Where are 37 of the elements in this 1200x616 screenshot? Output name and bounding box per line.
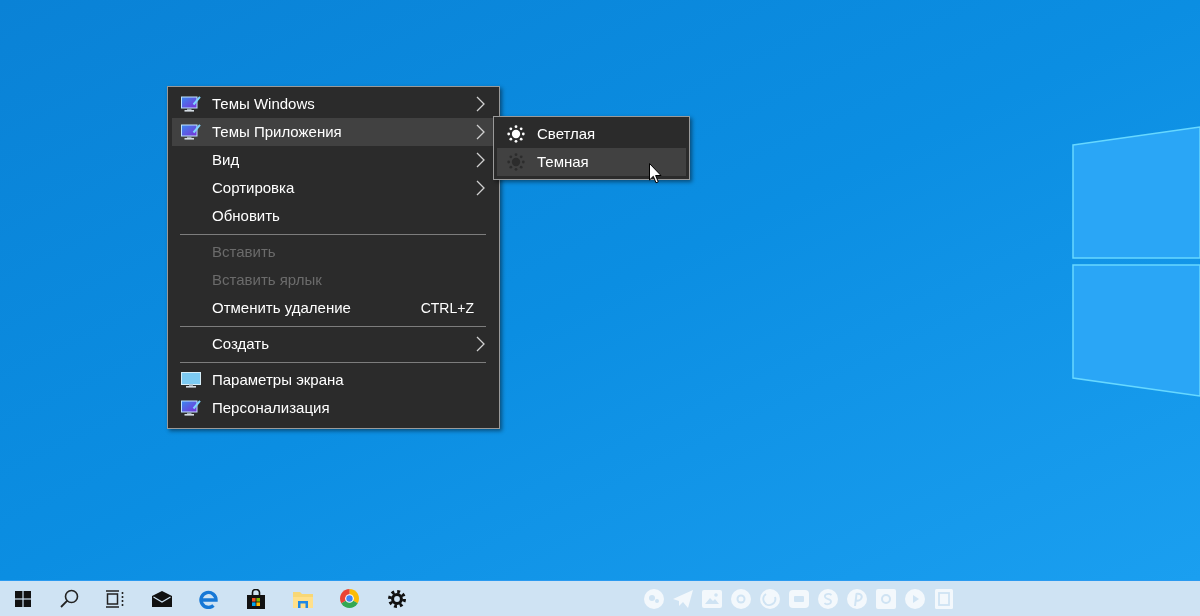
p-circle-icon[interactable] bbox=[846, 588, 867, 609]
search-icon[interactable] bbox=[59, 589, 79, 608]
start-menu-icon[interactable] bbox=[15, 590, 31, 607]
folder-icon[interactable] bbox=[292, 589, 313, 608]
paper-plane-icon[interactable] bbox=[672, 589, 693, 608]
monitor-pen-icon bbox=[181, 124, 201, 140]
task-view-icon[interactable] bbox=[105, 589, 125, 608]
menu-item[interactable]: Сортировка bbox=[172, 174, 495, 202]
monitor-pen-icon bbox=[181, 96, 201, 112]
menu-item[interactable]: Обновить bbox=[172, 202, 495, 230]
ring-icon[interactable] bbox=[730, 588, 751, 609]
monitor-icon bbox=[181, 372, 201, 388]
round-logo-icon[interactable] bbox=[340, 589, 359, 608]
play-circle-icon[interactable] bbox=[904, 588, 925, 609]
e-logo-icon[interactable] bbox=[198, 588, 219, 609]
square-app-icon[interactable] bbox=[934, 588, 953, 609]
settings-icon[interactable] bbox=[387, 589, 406, 608]
rounded-square-icon[interactable] bbox=[788, 589, 809, 608]
round-app-icon[interactable] bbox=[643, 588, 664, 609]
mouse-cursor-icon bbox=[649, 163, 662, 184]
picture-icon[interactable] bbox=[701, 589, 722, 608]
s-curve-circle-icon[interactable] bbox=[817, 588, 838, 609]
menu-item[interactable]: Вид bbox=[172, 146, 495, 174]
submenu-item[interactable]: Темная bbox=[497, 148, 686, 176]
swirl-icon[interactable] bbox=[759, 588, 780, 609]
menu-item[interactable]: Создать bbox=[172, 330, 495, 358]
menu-item[interactable]: Персонализация bbox=[172, 394, 495, 422]
menu-item[interactable]: Темы Windows bbox=[172, 90, 495, 118]
monitor-pen-icon bbox=[181, 400, 201, 416]
menu-item[interactable]: Отменить удаление CTRL+Z bbox=[172, 294, 495, 322]
menu-item[interactable]: Темы Приложения bbox=[172, 118, 495, 146]
shortcut-text: CTRL+Z bbox=[420, 298, 474, 318]
envelope-icon[interactable] bbox=[151, 590, 172, 607]
menu-item[interactable]: Параметры экрана bbox=[172, 366, 495, 394]
sun-icon bbox=[507, 125, 525, 143]
submenu-item[interactable]: Светлая bbox=[497, 120, 686, 148]
shopping-bag-icon[interactable] bbox=[246, 588, 265, 609]
